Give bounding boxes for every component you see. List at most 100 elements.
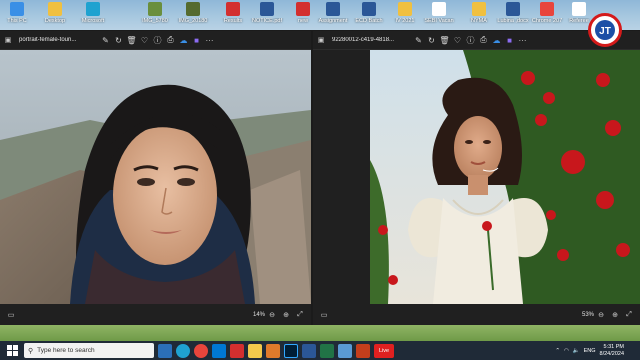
desktop-icon[interactable]: Chrome 207: [530, 2, 564, 24]
document-icon: [572, 2, 586, 16]
rotate-icon[interactable]: ↻: [425, 36, 438, 45]
powerpoint-icon[interactable]: [356, 343, 370, 358]
favorite-icon[interactable]: ♡: [138, 36, 151, 45]
desktop-icon-label: Assignment: [318, 18, 348, 24]
zoom-in-icon[interactable]: ⊕: [279, 311, 293, 319]
info-icon[interactable]: ⓘ: [464, 35, 477, 46]
desktop-icon[interactable]: NYMA: [462, 2, 496, 24]
word-doc-icon: [260, 2, 274, 16]
logo-icon: JT: [595, 20, 615, 40]
desktop-icon-label: SEBI Vacan: [424, 18, 454, 24]
desktop-icon[interactable]: IMG_20180: [176, 2, 210, 24]
app-icon[interactable]: [266, 343, 280, 358]
more-icon[interactable]: ···: [516, 36, 529, 45]
delete-icon[interactable]: 🗑: [438, 36, 451, 45]
filmstrip-icon[interactable]: ▭: [317, 311, 331, 319]
photo-canvas[interactable]: [0, 50, 311, 304]
filmstrip-icon[interactable]: ▭: [4, 311, 18, 319]
zoom-in-icon[interactable]: ⊕: [608, 311, 622, 319]
favorite-icon[interactable]: ♡: [451, 36, 464, 45]
desktop-icon-label: NOTICE.pdf: [252, 18, 282, 24]
desktop-icon-label: This PC: [7, 18, 27, 24]
taskbar-search-box[interactable]: ⚲ Type here to search: [24, 343, 154, 358]
desktop-icon[interactable]: IMG_5780: [138, 2, 172, 24]
desktop-icon-label: IMG_20180: [178, 18, 208, 24]
desktop-icon[interactable]: Results: [216, 2, 250, 24]
store-icon[interactable]: [212, 343, 226, 358]
zoom-out-icon[interactable]: ⊖: [265, 311, 279, 319]
gallery-icon[interactable]: ▣: [316, 35, 326, 45]
start-button[interactable]: [4, 343, 20, 359]
image-file-icon: [148, 2, 162, 16]
desktop-icon-label: ECD Batch: [355, 18, 383, 24]
cloud-icon[interactable]: ☁: [490, 36, 503, 45]
gallery-icon[interactable]: ▣: [3, 35, 13, 45]
info-icon[interactable]: ⓘ: [151, 35, 164, 46]
desktop-icon-label: new: [297, 18, 309, 24]
more-icon[interactable]: ···: [203, 36, 216, 45]
word-doc-icon: [506, 2, 520, 16]
desktop-icon[interactable]: Microsoft: [76, 2, 110, 24]
photo-canvas[interactable]: [313, 50, 640, 304]
desktop-background: This PC Desktop Microsoft IMG_5780 IMG_20180…: [0, 0, 640, 30]
viewer-footer: ▭ 14% ⊖ ⊕ ⤢: [0, 305, 311, 325]
live-indicator[interactable]: Live: [374, 343, 394, 358]
clock[interactable]: 5:31 PM 8/24/2024: [600, 344, 624, 358]
chrome-icon[interactable]: [194, 343, 208, 358]
desktop-icon[interactable]: SEBI Vacan: [422, 2, 456, 24]
viewer-toolbar: ▣ portrait-female-touri... ✎ ↻ 🗑 ♡ ⓘ ⎙ ☁…: [0, 31, 311, 50]
edit-icon[interactable]: ✎: [99, 36, 112, 45]
print-icon[interactable]: ⎙: [477, 35, 490, 45]
channel-logo-badge: JT: [588, 13, 622, 47]
editor-app-icon[interactable]: ■: [503, 36, 516, 45]
rotate-icon[interactable]: ↻: [112, 36, 125, 45]
search-icon: ⚲: [28, 347, 34, 355]
desktop-icon-label: Results: [223, 18, 243, 24]
desktop-icon[interactable]: IV 2021: [388, 2, 422, 24]
file-explorer-icon[interactable]: [248, 343, 262, 358]
portrait-photo-left: [0, 50, 311, 304]
document-icon: [432, 2, 446, 16]
chevron-up-icon[interactable]: ⌃: [555, 348, 560, 354]
desktop-icon[interactable]: Lubina ,docx: [496, 2, 530, 24]
excel-icon[interactable]: [320, 343, 334, 358]
folder-icon: [48, 2, 62, 16]
photos-icon[interactable]: [338, 343, 352, 358]
volume-icon[interactable]: 🔈: [573, 348, 580, 354]
desktop-icon[interactable]: This PC: [0, 2, 34, 24]
desktop-icon[interactable]: Desktop: [38, 2, 72, 24]
desktop-icon-label: Desktop: [44, 18, 66, 24]
desktop-icon-label: NYMA: [471, 18, 487, 24]
desktop-icon[interactable]: Assignment: [316, 2, 350, 24]
photoshop-icon[interactable]: [284, 343, 298, 358]
language-indicator[interactable]: ENG: [584, 348, 596, 354]
edge-icon[interactable]: [176, 343, 190, 358]
zoom-out-icon[interactable]: ⊖: [594, 311, 608, 319]
pdf-icon: [296, 2, 310, 16]
pdf-icon: [226, 2, 240, 16]
folder-icon: [472, 2, 486, 16]
desktop-icon[interactable]: ECD Batch: [352, 2, 386, 24]
file-name: 92280012-c419-4818...: [332, 37, 395, 43]
svg-text:JT: JT: [599, 26, 611, 37]
clock-date: 8/24/2024: [599, 350, 624, 357]
editor-app-icon[interactable]: ■: [190, 36, 203, 45]
task-view-icon[interactable]: [158, 343, 172, 358]
pdf-app-icon[interactable]: [230, 343, 244, 358]
word-icon[interactable]: [302, 343, 316, 358]
delete-icon[interactable]: 🗑: [125, 36, 138, 45]
desktop-icon[interactable]: NOTICE.pdf: [250, 2, 284, 24]
fullscreen-icon[interactable]: ⤢: [293, 311, 307, 319]
desktop-icon-label: IV 2021: [395, 18, 415, 24]
wifi-icon[interactable]: ◠: [564, 348, 569, 354]
clock-time: 5:31 PM: [603, 343, 624, 350]
edit-icon[interactable]: ✎: [412, 36, 425, 45]
desktop-icon[interactable]: new: [286, 2, 320, 24]
cloud-icon[interactable]: ☁: [177, 36, 190, 45]
word-doc-icon: [362, 2, 376, 16]
chrome-icon: [540, 2, 554, 16]
edge-icon: [86, 2, 100, 16]
print-icon[interactable]: ⎙: [164, 35, 177, 45]
system-tray: ⌃ ◠ 🔈 ENG 5:31 PM 8/24/2024: [555, 341, 640, 360]
fullscreen-icon[interactable]: ⤢: [622, 311, 636, 319]
